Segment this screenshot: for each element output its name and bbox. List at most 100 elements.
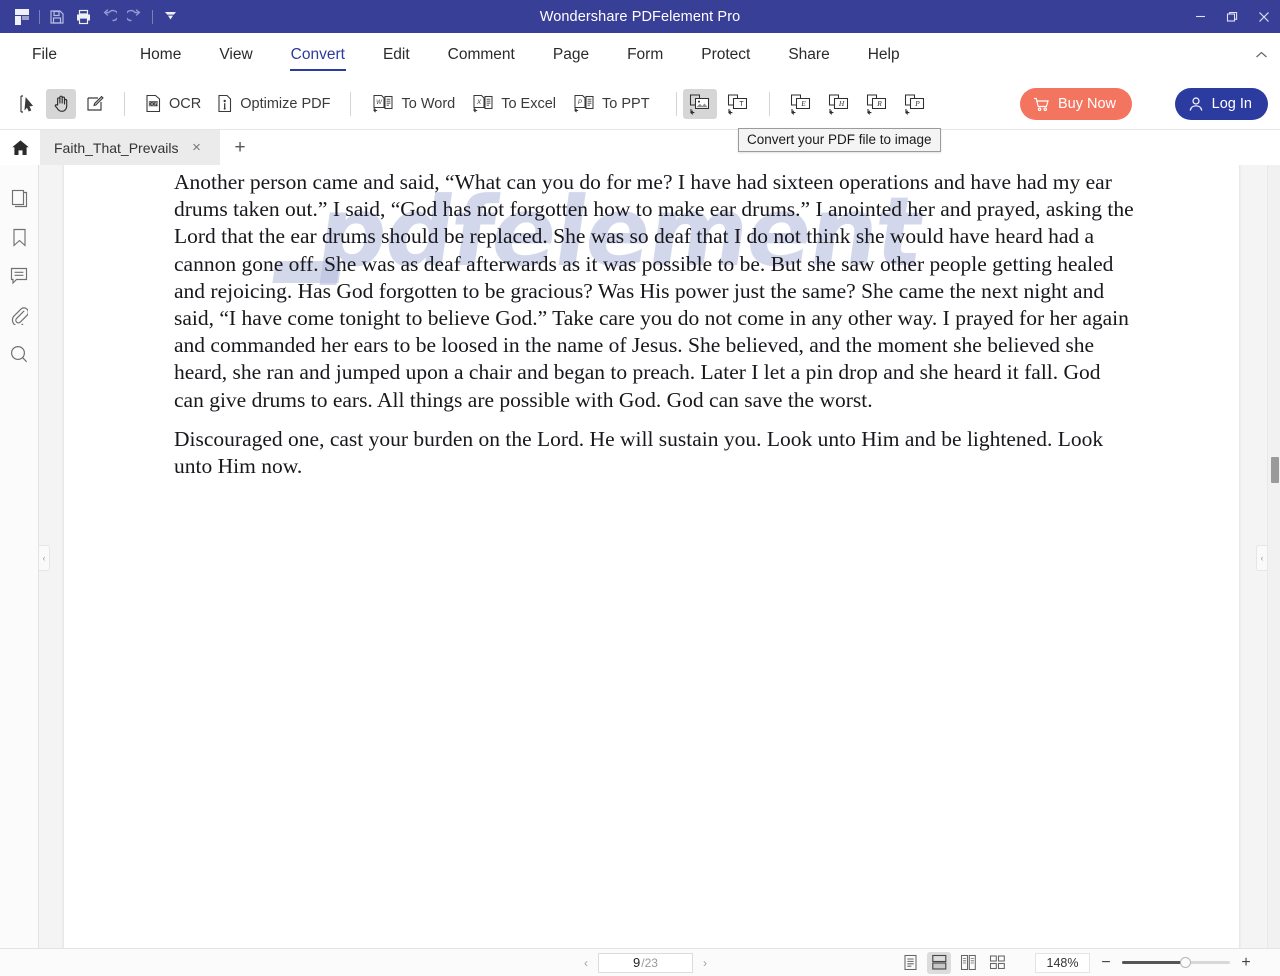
sidebar-collapse-button[interactable]: ‹ <box>39 545 50 571</box>
tab-close-icon[interactable]: × <box>189 139 205 156</box>
to-ppt-label: To PPT <box>602 95 650 112</box>
menu-item-help[interactable]: Help <box>849 33 919 78</box>
zoom-slider-fill <box>1122 961 1186 964</box>
status-bar: ‹ 9 /23 › 148% − + <box>0 948 1280 976</box>
svg-text:P: P <box>578 99 583 106</box>
to-excel-icon: X <box>473 94 493 113</box>
menu-item-protect[interactable]: Protect <box>682 33 769 78</box>
select-tool-icon[interactable] <box>12 89 42 119</box>
user-icon <box>1189 97 1203 111</box>
ocr-button[interactable]: OCR OCR <box>137 88 209 120</box>
edit-tool-icon[interactable] <box>80 89 110 119</box>
comment-icon[interactable] <box>6 263 32 289</box>
menu-item-convert[interactable]: Convert <box>272 33 364 78</box>
to-word-label: To Word <box>401 95 456 112</box>
document-tab-title: Faith_That_Prevails <box>54 139 179 156</box>
page-number-input[interactable]: 9 /23 <box>598 952 693 973</box>
log-in-label: Log In <box>1211 96 1252 112</box>
maximize-icon[interactable] <box>1216 0 1248 33</box>
document-tab[interactable]: Faith_That_Prevails × <box>40 130 220 165</box>
menu-item-home[interactable]: Home <box>121 33 200 78</box>
optimize-pdf-button[interactable]: Optimize PDF <box>209 88 338 120</box>
zoom-level-input[interactable]: 148% <box>1035 952 1090 973</box>
menu-label: Edit <box>382 46 410 63</box>
current-page-value: 9 <box>633 955 641 970</box>
to-image-button[interactable] <box>682 88 717 119</box>
print-icon[interactable] <box>70 5 96 29</box>
to-ppt-icon: P <box>574 94 594 113</box>
page-navigator: ‹ 9 /23 › <box>578 952 713 973</box>
bookmark-icon[interactable] <box>6 224 32 250</box>
customize-quick-access-icon[interactable] <box>157 5 183 29</box>
new-tab-button[interactable]: + <box>226 137 254 159</box>
to-ppt-button[interactable]: P To PPT <box>564 88 658 120</box>
pdfelement-window: Wondershare PDFelement Pro File Home Vie… <box>0 0 1280 976</box>
app-logo-icon[interactable] <box>9 5 35 29</box>
zoom-in-button[interactable]: + <box>1239 954 1253 972</box>
home-button[interactable] <box>0 130 40 165</box>
thumbnails-icon[interactable] <box>6 185 32 211</box>
document-tab-strip: Faith_That_Prevails × + <box>0 130 1280 165</box>
single-page-view-button[interactable] <box>898 952 922 974</box>
svg-text:E: E <box>800 99 806 108</box>
svg-text:T: T <box>739 101 744 108</box>
document-viewer[interactable]: pdfelement Another person came and said,… <box>39 165 1280 948</box>
to-excel-button[interactable]: X To Excel <box>463 88 564 120</box>
toolbar-separator-4 <box>768 91 770 116</box>
to-text-button[interactable]: T <box>721 89 755 119</box>
to-rtf-button[interactable]: R <box>860 89 894 119</box>
attachment-icon[interactable] <box>6 302 32 328</box>
optimize-icon <box>218 94 232 113</box>
buy-now-button[interactable]: Buy Now <box>1019 88 1132 120</box>
to-word-button[interactable]: W To Word <box>363 88 463 120</box>
menu-label: Comment <box>447 46 515 63</box>
view-mode-group <box>898 951 1009 974</box>
to-excel-label: To Excel <box>501 95 557 112</box>
scrollbar-thumb[interactable] <box>1271 457 1279 483</box>
menu-label: View <box>219 46 253 63</box>
previous-page-button[interactable]: ‹ <box>578 956 594 970</box>
title-bar: Wondershare PDFelement Pro <box>0 0 1280 33</box>
menu-item-page[interactable]: Page <box>534 33 608 78</box>
right-panel-toggle[interactable]: ‹ <box>1256 545 1267 571</box>
log-in-button[interactable]: Log In <box>1174 88 1268 120</box>
toolbar-separator-3 <box>675 91 677 116</box>
undo-icon[interactable] <box>96 5 122 29</box>
redo-icon[interactable] <box>122 5 148 29</box>
ocr-icon: OCR <box>146 94 161 113</box>
svg-text:W: W <box>377 100 384 106</box>
zoom-out-button[interactable]: − <box>1099 954 1113 972</box>
hand-tool-icon[interactable] <box>46 88 76 119</box>
tool-mode-group <box>10 88 112 119</box>
zoom-slider[interactable] <box>1122 957 1230 968</box>
home-icon <box>11 139 29 155</box>
svg-text:H: H <box>837 99 844 108</box>
menu-label: Page <box>552 46 590 63</box>
to-epub-button[interactable]: E <box>784 89 818 119</box>
to-text-icon: T <box>727 93 747 115</box>
menu-item-file[interactable]: File <box>14 33 75 78</box>
to-word-icon: W <box>373 94 394 113</box>
window-controls <box>1184 0 1280 33</box>
thumbnail-grid-view-button[interactable] <box>985 952 1009 974</box>
continuous-view-button[interactable] <box>927 951 951 974</box>
minimize-icon[interactable] <box>1184 0 1216 33</box>
svg-text:OCR: OCR <box>148 102 158 107</box>
to-image-icon <box>689 93 709 115</box>
menu-item-form[interactable]: Form <box>608 33 682 78</box>
to-html-button[interactable]: H <box>822 89 856 119</box>
search-icon[interactable] <box>6 341 32 367</box>
page-text-content: Another person came and said, “What can … <box>174 169 1134 492</box>
to-pdfa-button[interactable]: P <box>898 89 932 119</box>
chevron-up-icon[interactable] <box>1255 48 1268 63</box>
next-page-button[interactable]: › <box>697 956 713 970</box>
two-page-view-button[interactable] <box>956 952 980 974</box>
menu-item-view[interactable]: View <box>200 33 271 78</box>
vertical-scrollbar[interactable] <box>1267 165 1280 948</box>
save-icon[interactable] <box>44 5 70 29</box>
close-icon[interactable] <box>1248 0 1280 33</box>
menu-item-share[interactable]: Share <box>769 33 848 78</box>
menu-item-comment[interactable]: Comment <box>429 33 534 78</box>
zoom-slider-handle[interactable] <box>1180 957 1191 968</box>
menu-item-edit[interactable]: Edit <box>364 33 429 78</box>
